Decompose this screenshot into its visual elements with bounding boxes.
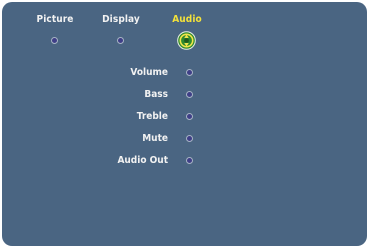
- menu-item-dot: [186, 113, 193, 120]
- osd-menu-panel: Picture Display Audio Volume Bass Treble…: [2, 2, 367, 246]
- menu-item-label: Volume: [130, 67, 168, 78]
- menu-item-dot: [186, 157, 193, 164]
- tab-picture[interactable]: Picture: [25, 14, 85, 54]
- menu-item-dot: [186, 135, 193, 142]
- menu-item-mute[interactable]: Mute: [102, 132, 202, 148]
- selected-indicator-icon: [177, 31, 196, 50]
- menu-item-volume[interactable]: Volume: [102, 66, 202, 82]
- menu-item-dot: [186, 91, 193, 98]
- menu-item-label: Audio Out: [117, 155, 168, 166]
- tab-picture-label: Picture: [36, 14, 74, 25]
- menu-item-treble[interactable]: Treble: [102, 110, 202, 126]
- tab-display-label: Display: [102, 14, 140, 25]
- menu-item-label: Bass: [144, 89, 168, 100]
- tab-indicator-dot: [117, 37, 124, 44]
- tab-audio-label: Audio: [172, 14, 202, 25]
- menu-item-label: Treble: [136, 111, 168, 122]
- menu-item-label: Mute: [142, 133, 168, 144]
- menu-item-dot: [186, 69, 193, 76]
- menu-item-audio-out[interactable]: Audio Out: [102, 154, 202, 170]
- tab-display[interactable]: Display: [91, 14, 151, 54]
- tab-audio[interactable]: Audio: [157, 14, 217, 54]
- tab-indicator-dot: [51, 37, 58, 44]
- menu-item-bass[interactable]: Bass: [102, 88, 202, 104]
